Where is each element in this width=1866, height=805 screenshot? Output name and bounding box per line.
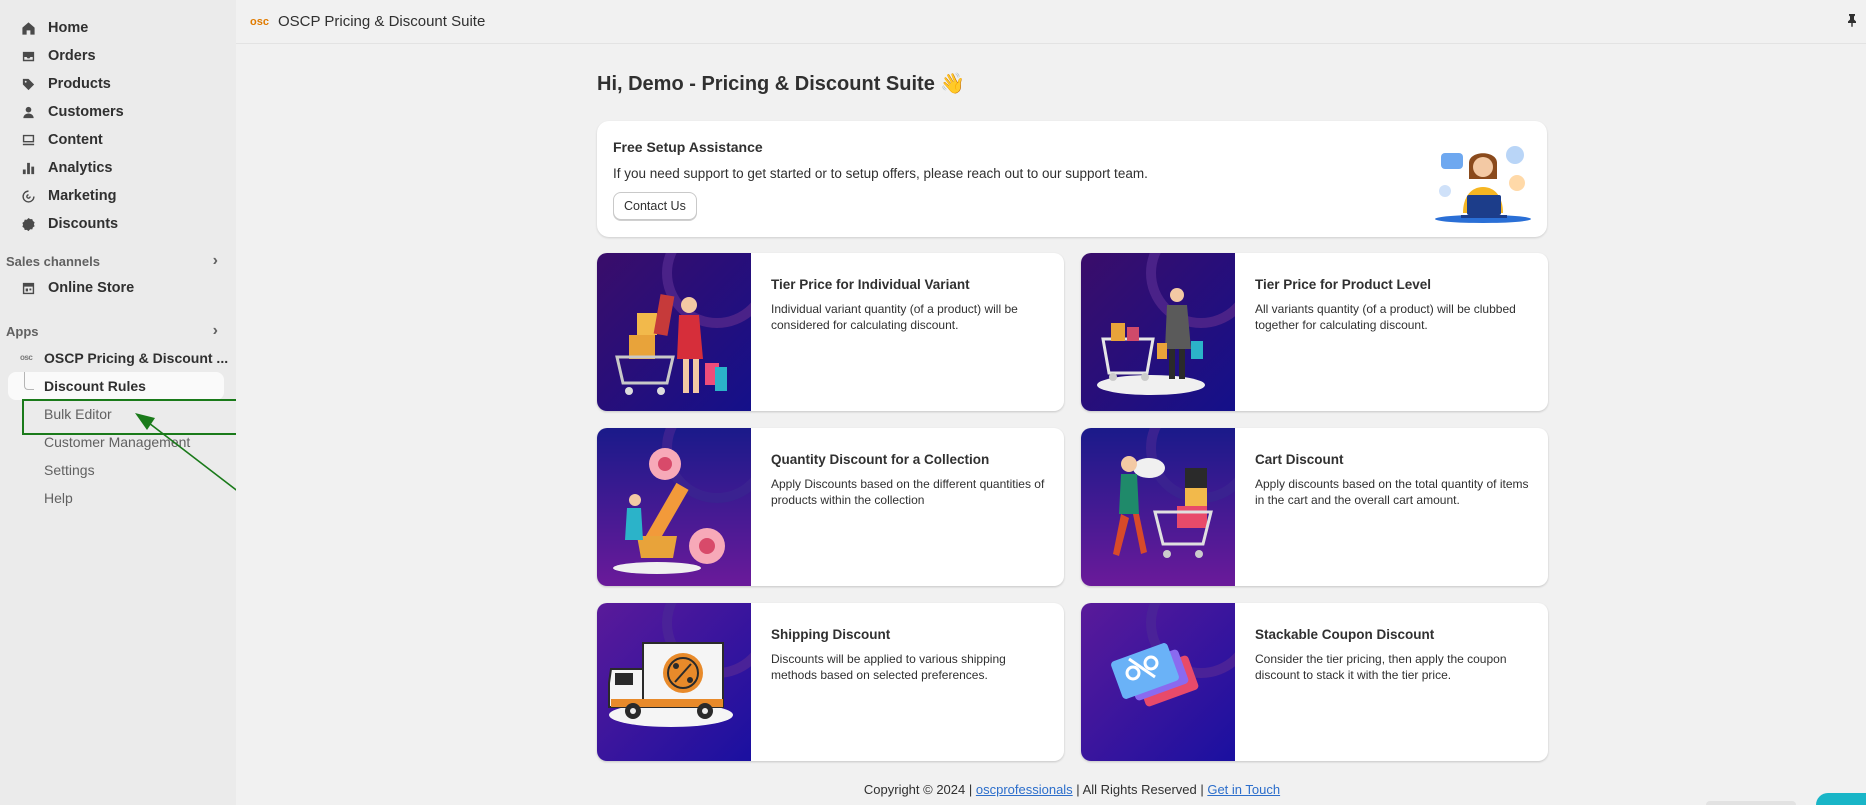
card-description: Individual variant quantity (of a produc…: [771, 302, 1018, 332]
setup-description: If you need support to get started or to…: [613, 166, 1148, 181]
card-description: Discounts will be applied to various shi…: [771, 652, 1006, 682]
card-title: Quantity Discount for a Collection: [771, 452, 990, 467]
card-title: Tier Price for Individual Variant: [771, 277, 970, 292]
shopper-cart-illustration: [1081, 253, 1235, 411]
feature-card[interactable]: Shipping Discount Discounts will be appl…: [597, 603, 1064, 761]
setup-title: Free Setup Assistance: [613, 139, 763, 155]
delivery-truck-illustration: [597, 603, 751, 761]
app-topbar: osc OSCP Pricing & Discount Suite: [236, 0, 1866, 44]
contact-us-button[interactable]: Contact Us: [613, 192, 697, 220]
main-content: Hi, Demo - Pricing & Discount Suite 👋 Fr…: [236, 44, 1866, 805]
card-description: Apply discounts based on the total quant…: [1255, 477, 1529, 507]
sale-cart-illustration: [1081, 428, 1235, 586]
feature-card[interactable]: Tier Price for Product Level All variant…: [1081, 253, 1548, 411]
feature-card[interactable]: Quantity Discount for a Collection Apply…: [597, 428, 1064, 586]
app-title: OSCP Pricing & Discount Suite: [277, 13, 486, 30]
brand-logo: osc: [250, 15, 269, 28]
page-footer: Copyright © 2024 | oscprofessionals | Al…: [597, 782, 1547, 797]
pin-icon[interactable]: [1846, 13, 1858, 30]
card-title: Tier Price for Product Level: [1255, 277, 1432, 292]
oscprofessionals-link[interactable]: oscprofessionals: [976, 782, 1073, 797]
card-title: Cart Discount: [1255, 452, 1344, 467]
corner-shadow: [1706, 801, 1796, 805]
chat-widget-button[interactable]: [1816, 793, 1866, 805]
card-description: Apply Discounts based on the different q…: [771, 477, 1045, 507]
setup-assistance-card: Free Setup Assistance If you need suppor…: [597, 121, 1547, 237]
footer-copyright: Copyright © 2024 |: [863, 782, 976, 797]
card-description: All variants quantity (of a product) wil…: [1255, 302, 1516, 332]
page-greeting: Hi, Demo - Pricing & Discount Suite 👋: [597, 73, 966, 95]
feature-card[interactable]: Stackable Coupon Discount Consider the t…: [1081, 603, 1548, 761]
card-description: Consider the tier pricing, then apply th…: [1255, 652, 1507, 682]
footer-rights: | All Rights Reserved |: [1072, 782, 1208, 797]
coupon-tickets-illustration: [1081, 603, 1235, 761]
feature-card[interactable]: Tier Price for Individual Variant Indivi…: [597, 253, 1064, 411]
card-title: Stackable Coupon Discount: [1255, 627, 1435, 642]
feature-card[interactable]: Cart Discount Apply discounts based on t…: [1081, 428, 1548, 586]
percent-sign-illustration: [597, 428, 751, 586]
support-agent-illustration: [1435, 146, 1531, 223]
shopping-sale-illustration: [597, 253, 751, 411]
get-in-touch-link[interactable]: Get in Touch: [1207, 782, 1280, 797]
card-title: Shipping Discount: [771, 627, 891, 642]
